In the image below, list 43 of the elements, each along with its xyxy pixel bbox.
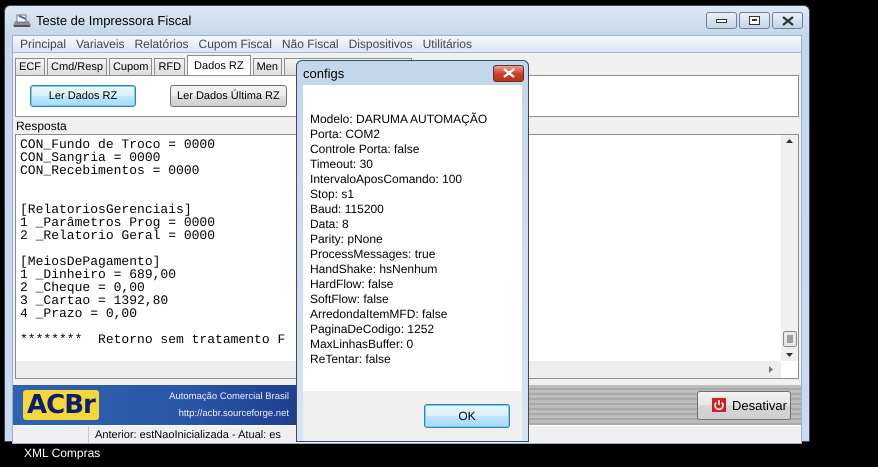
- tab[interactable]: Men: [252, 58, 282, 75]
- tab[interactable]: Dados RZ: [187, 55, 251, 75]
- menu-item[interactable]: Cupom Fiscal: [194, 36, 277, 52]
- config-line: ReTentar: false: [310, 352, 392, 367]
- config-line: SoftFlow: false: [310, 292, 390, 307]
- config-line: Parity: pNone: [310, 232, 384, 247]
- menu-item[interactable]: Não Fiscal: [276, 36, 344, 52]
- config-line: HandShake: hsNenhum: [310, 262, 438, 277]
- menu-item[interactable]: Utilitários: [418, 36, 477, 52]
- action-button[interactable]: Ler Dados RZ: [30, 85, 136, 107]
- response-text: CON_Fundo de Troco = 0000 CON_Sangria = 0000 CON_Recebimentos = 0000 [RelatoriosGerenciais] 1 _Parâmetros Prog = 0000 2 _Relatorio Geral = 0000 [MeiosDePagamento] 1 _Dinheiro = 689,00 2 _Cheque = 0,00 3 _Cartao = 1392,80 4 _Prazo = 0,00 ******** Retorno sem tratamento F: [19, 136, 286, 349]
- config-line: ArredondaItemMFD: false: [310, 307, 448, 322]
- config-line: Baud: 115200: [310, 202, 385, 217]
- dialog-title: configs: [303, 66, 344, 80]
- tab[interactable]: Cmd/Resp: [47, 58, 107, 75]
- menu-item[interactable]: Principal: [15, 36, 72, 52]
- menu-item[interactable]: Dispositivos: [344, 36, 418, 52]
- config-line: HardFlow: false: [310, 277, 394, 292]
- ok-button[interactable]: OK: [424, 404, 510, 428]
- config-line: MaxLinhasBuffer: 0: [310, 337, 414, 352]
- config-line: Data: 8: [310, 217, 350, 232]
- window-title: Teste de Impressora Fiscal: [36, 13, 192, 28]
- tab[interactable]: ECF: [15, 58, 45, 75]
- config-line: Stop: s1: [310, 187, 356, 202]
- deactivate-button[interactable]: Desativar: [697, 390, 791, 420]
- banner-url: http://acbr.sourceforge.net: [178, 408, 289, 419]
- tab[interactable]: Cupom: [108, 58, 152, 75]
- action-button[interactable]: Ler Dados Última RZ: [170, 85, 287, 107]
- banner-tagline: Automação Comercial Brasil: [169, 391, 289, 402]
- config-line: Porta: COM2: [310, 127, 382, 142]
- logo: ACBr: [23, 390, 99, 420]
- config-line: IntervaloAposComando: 100: [310, 172, 464, 187]
- menu-item[interactable]: Relatórios: [130, 36, 194, 52]
- desktop-icon-label[interactable]: XML Compras: [24, 446, 100, 460]
- status-text: Anterior: estNaoInicializada - Atual: es: [94, 428, 281, 440]
- config-line: Modelo: DARUMA AUTOMAÇÃO: [310, 112, 488, 127]
- config-line: Controle Porta: false: [310, 142, 420, 157]
- config-line: Timeout: 30: [310, 157, 374, 172]
- field-label: Resposta: [16, 120, 68, 132]
- tab[interactable]: RFD: [154, 58, 186, 75]
- config-line: PaginaDeCodigo: 1252: [310, 322, 436, 337]
- config-line: ProcessMessages: true: [310, 247, 436, 262]
- menu-item[interactable]: Variaveis: [71, 36, 130, 52]
